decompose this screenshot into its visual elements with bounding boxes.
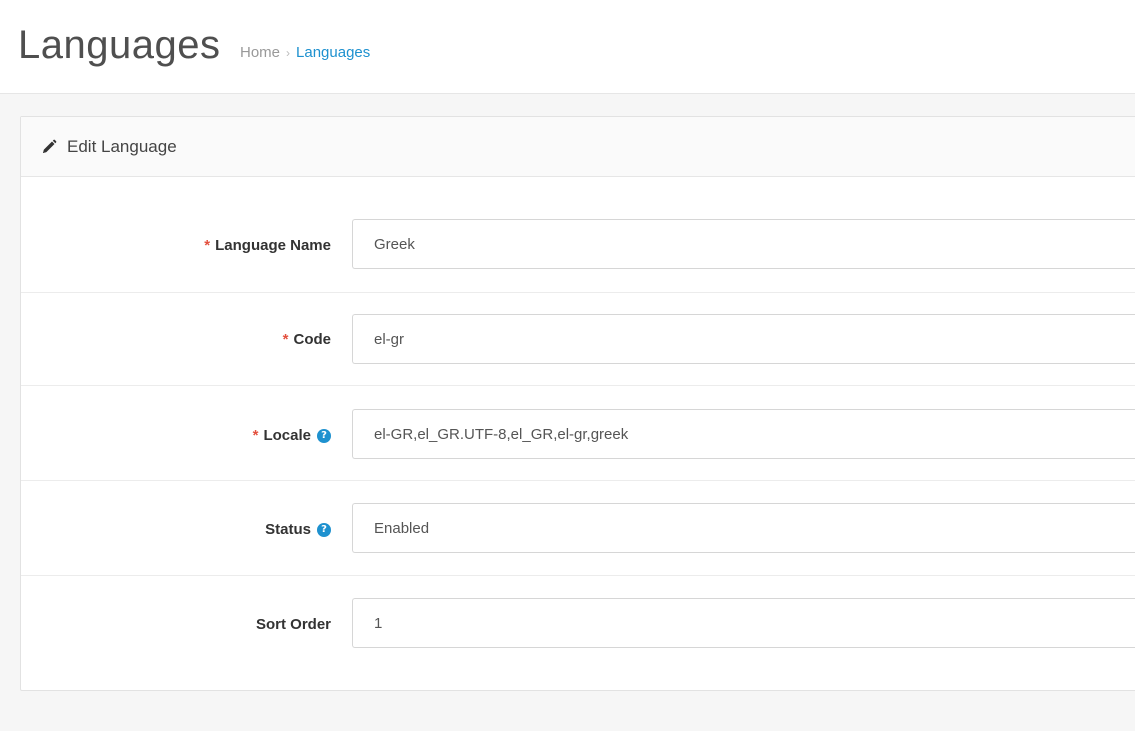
code-label-text: Code — [293, 331, 332, 348]
edit-language-panel: Edit Language * Language Name * Code * L… — [20, 116, 1135, 691]
form-row-sort-order: Sort Order — [21, 576, 1135, 690]
status-label: Status ? — [265, 521, 331, 538]
language-name-label: * Language Name — [204, 237, 331, 254]
required-marker: * — [252, 427, 259, 444]
sort-order-label: Sort Order — [256, 616, 331, 633]
status-label-text: Status — [265, 521, 311, 538]
question-circle-icon[interactable]: ? — [317, 428, 331, 443]
form-row-status: Status ? Enabled — [21, 481, 1135, 576]
breadcrumb-home[interactable]: Home — [240, 44, 280, 61]
pencil-icon — [41, 139, 57, 155]
page-title: Languages — [18, 23, 221, 67]
locale-input[interactable] — [352, 409, 1135, 459]
code-label: * Code — [283, 331, 331, 348]
status-selected-value: Enabled — [374, 519, 430, 537]
page-header: Languages Home › Languages — [0, 0, 1135, 94]
code-input[interactable] — [352, 314, 1135, 364]
breadcrumb-current[interactable]: Languages — [296, 44, 370, 61]
required-marker: * — [204, 237, 211, 254]
language-name-label-text: Language Name — [215, 237, 331, 254]
language-name-input[interactable] — [352, 219, 1135, 269]
panel-heading: Edit Language — [21, 117, 1135, 177]
form-row-code: * Code — [21, 293, 1135, 386]
locale-label-text: Locale — [263, 427, 311, 444]
sort-order-input[interactable] — [352, 598, 1135, 648]
panel-title: Edit Language — [67, 136, 177, 156]
breadcrumb: Home › Languages — [240, 43, 370, 63]
sort-order-label-text: Sort Order — [255, 616, 331, 633]
locale-label: * Locale ? — [253, 427, 331, 444]
required-marker: * — [282, 331, 289, 348]
form-row-locale: * Locale ? — [21, 386, 1135, 481]
form-row-language-name: * Language Name — [21, 177, 1135, 293]
status-select[interactable]: Enabled — [352, 503, 1135, 553]
question-circle-icon[interactable]: ? — [317, 522, 331, 537]
breadcrumb-separator: › — [286, 46, 291, 60]
